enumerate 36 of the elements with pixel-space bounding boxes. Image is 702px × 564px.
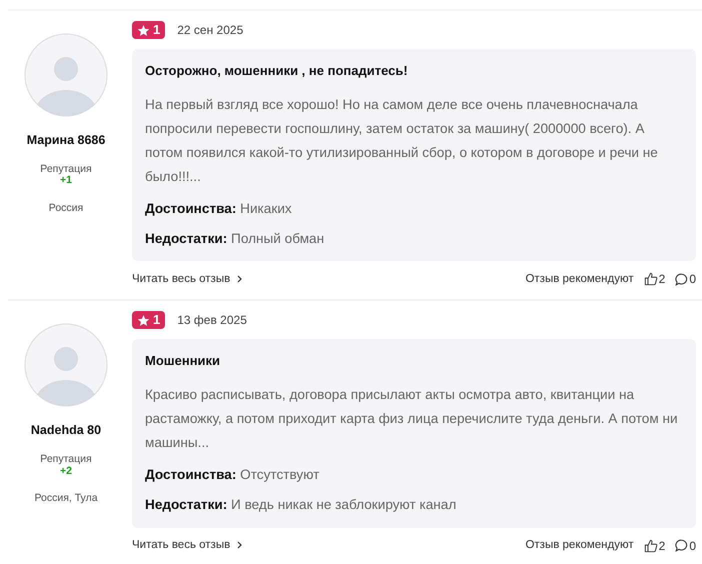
chevron-icon [236,540,244,549]
cons-text: Недостатки: Полный обман [145,230,326,248]
thumbs-up-icon [644,272,658,286]
review-title: Осторожно, мошенники , не попадитесь! [145,62,409,80]
recommend-label: Отзыв рекомендуют [525,272,634,287]
chevron-icon [236,274,244,283]
thumbs-up-icon [644,538,658,553]
star-icon [137,24,150,36]
recommend-label: Отзыв рекомендуют [525,538,634,553]
rating-badge: 1 [132,21,166,39]
author-name[interactable]: Марина 8686 [26,131,106,150]
read-more-link[interactable]: Читать весь отзыв [132,270,244,288]
review-title: Мошенники [145,352,222,370]
comment-icon [675,272,688,286]
star-icon [137,314,150,327]
rating-badge: 1 [132,311,166,330]
review-text: Красиво расписывать, договора присылают акты осмотра авто, квитанции на растаможку, а потом приходит карта физ лица перечислите туда деньги. А потом ни машины... [145,386,679,452]
reputation-value: +1 [60,175,72,187]
review-date: 22 сен 2025 [177,22,244,39]
reputation-label: Репутация [40,454,92,466]
pros-text: Достоинства: Никаких [145,200,293,218]
reputation-label: Репутация [40,164,92,176]
author-name[interactable]: Nadehda 80 [30,421,102,440]
review-text: На первый взгляд все хорошо! Но на самом деле все очень плачевносначала попросили перевести госпошлину, затем остаток за машину( 2000000 всего). А потом появился какой-то утилизированный сбор, о котором в договоре и речи не было!!!... [145,96,659,186]
read-more-link[interactable]: Читать весь отзыв [132,536,244,554]
like-button[interactable]: 2 [644,536,666,555]
comments-button[interactable]: 0 [675,270,696,288]
comment-icon [675,539,688,552]
like-button[interactable]: 2 [644,270,666,288]
review-date: 13 фев 2025 [177,312,247,330]
comments-button[interactable]: 0 [675,536,696,555]
reputation-value: +2 [60,466,72,478]
cons-text: Недостатки: И ведь никак не заблокируют канал [145,496,458,514]
author-location: Россия [48,200,84,216]
pros-text: Достоинства: Отсутствуют [145,466,320,484]
author-location: Россия, Тула [34,491,98,506]
